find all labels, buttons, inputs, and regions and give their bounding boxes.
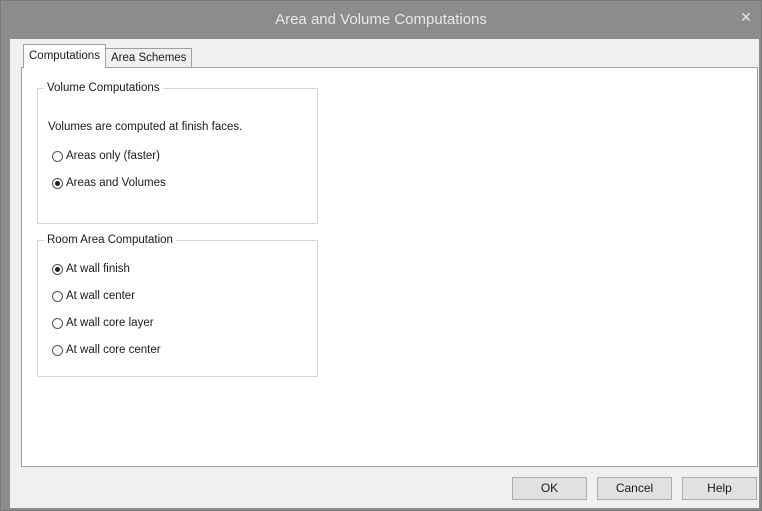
radio-label: Areas and Volumes [66,177,166,189]
cancel-button[interactable]: Cancel [597,477,672,500]
room-area-computation-title: Room Area Computation [44,233,176,247]
window-border-left [1,39,10,510]
radio-label: At wall center [66,290,136,302]
radio-button-icon[interactable] [52,344,63,356]
tab-computations[interactable]: Computations [23,44,106,68]
volume-computations-title: Volume Computations [44,81,163,95]
radio-at-wall-core-layer[interactable]: At wall core layer [52,315,154,331]
dialog-client-area: Computations Area Schemes Volume Computa… [10,39,759,508]
volume-computations-group: Volume Computations Volumes are computed… [37,81,318,224]
radio-button-icon[interactable] [52,150,63,162]
room-area-computation-group: Room Area Computation At wall finish At … [37,233,318,377]
radio-label: Areas only (faster) [66,150,160,162]
radio-label: At wall core center [66,344,161,356]
radio-label: At wall finish [66,263,130,275]
radio-at-wall-finish[interactable]: At wall finish [52,261,130,277]
radio-areas-and-volumes[interactable]: Areas and Volumes [52,175,166,191]
title-bar[interactable]: Area and Volume Computations ✕ [1,1,761,39]
radio-label: At wall core layer [66,317,154,329]
radio-button-icon[interactable] [52,317,63,329]
radio-button-checked-icon[interactable] [52,177,63,189]
close-icon[interactable]: ✕ [739,8,753,26]
volume-note: Volumes are computed at finish faces. [48,121,243,133]
radio-button-icon[interactable] [52,290,63,302]
tab-panel-computations: Volume Computations Volumes are computed… [21,67,758,467]
radio-areas-only[interactable]: Areas only (faster) [52,148,160,164]
radio-button-checked-icon[interactable] [52,263,63,275]
tab-area-schemes[interactable]: Area Schemes [105,48,193,68]
ok-button[interactable]: OK [512,477,587,500]
help-button[interactable]: Help [682,477,757,500]
radio-at-wall-core-center[interactable]: At wall core center [52,342,161,358]
radio-at-wall-center[interactable]: At wall center [52,288,135,304]
dialog-window: Area and Volume Computations ✕ Computati… [0,0,762,511]
dialog-title: Area and Volume Computations [275,11,487,28]
